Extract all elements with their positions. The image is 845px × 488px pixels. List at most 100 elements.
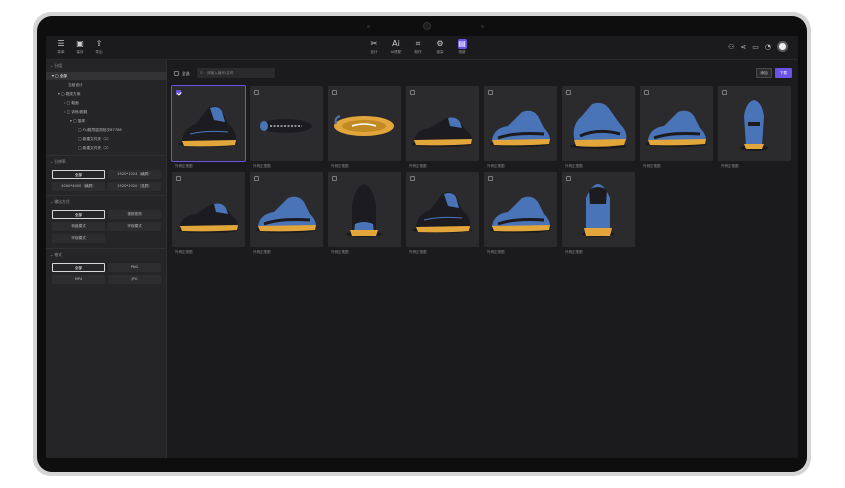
album-thumbnail-card[interactable]: 外侧正视图: [250, 172, 323, 254]
album-thumbnail-card[interactable]: 外侧正视图: [484, 172, 557, 254]
design-icon: ✂: [370, 39, 378, 48]
tree-item[interactable]: ▾ ▢ 篮球: [46, 117, 167, 125]
album-thumbnail-card[interactable]: 外侧正视图: [484, 86, 557, 168]
tab-album-label: 相册: [458, 50, 466, 54]
thumbnail-caption: 外侧正视图: [253, 250, 271, 254]
tree-item[interactable]: ▢ 新建文件夹（1）: [46, 135, 167, 143]
tab-ai-match[interactable]: Ai AI搭配: [387, 39, 405, 55]
thumbnail-caption: 外侧正视图: [721, 164, 739, 168]
thumbnail-caption: 外侧正视图: [487, 164, 505, 168]
export-button[interactable]: ⇪ 导出: [90, 39, 108, 55]
thumbnail-caption: 外侧正视图: [409, 250, 427, 254]
search-icon: ⌕: [200, 70, 203, 76]
mode-chip[interactable]: 转盘模式: [52, 222, 105, 231]
shoe-render-image: [570, 102, 627, 149]
make-icon: ⌗: [415, 39, 421, 48]
tab-make[interactable]: ⌗ 制作: [409, 39, 427, 55]
tab-make-label: 制作: [414, 50, 422, 54]
export-icon: ⇪: [95, 39, 103, 48]
format-chip[interactable]: 全部: [52, 263, 105, 272]
thumbnail-caption: 外侧正视图: [175, 164, 193, 168]
tab-render[interactable]: ⚙ 渲染: [431, 39, 449, 55]
resolution-chip[interactable]: 全部: [52, 170, 105, 179]
download-button[interactable]: 下载: [775, 68, 792, 78]
album-thumbnail-card[interactable]: 外侧正视图: [718, 86, 791, 168]
top-right-actions: ⚇ ⋖ ▭ ◔: [728, 41, 788, 52]
mode-chip[interactable]: 视频视角: [108, 210, 161, 219]
album-main: 全选 ⌕ 请输入编号/名称 添加 下载 外侧正视图 外侧正视图 外侧正视图 外侧…: [167, 60, 798, 458]
tab-design-label: 设计: [370, 50, 378, 54]
tab-design[interactable]: ✂ 设计: [365, 39, 383, 55]
select-all-checkbox[interactable]: [174, 71, 179, 76]
tree-item-all[interactable]: ▾ ▢ 全部: [46, 72, 167, 80]
save-label: 保存: [76, 50, 84, 54]
format-chip[interactable]: JPG: [108, 275, 161, 284]
resolution-chip[interactable]: 1920*1920（竖屏）: [108, 182, 161, 191]
shoe-render-image: [178, 106, 238, 147]
user-add-icon[interactable]: ⚇: [728, 42, 734, 52]
add-button[interactable]: 添加: [756, 68, 772, 78]
tablet-device: ☰ 菜单 ▣ 保存 ⇪ 导出 ✂ 设计 Ai AI搭配 ⌗ 制作 ⚙ 渲染 ▤ …: [33, 12, 811, 476]
menu-button[interactable]: ☰ 菜单: [52, 39, 70, 55]
shoe-render-image: [346, 184, 382, 237]
format-chip[interactable]: MP4: [52, 275, 105, 284]
share-icon[interactable]: ⋖: [740, 42, 746, 52]
save-button[interactable]: ▣ 保存: [71, 39, 89, 55]
album-thumbnail-card[interactable]: 外侧正视图: [171, 85, 246, 168]
shoe-render-image: [490, 110, 550, 147]
tab-album[interactable]: ▤ 相册: [453, 39, 471, 55]
shoe-render-image: [256, 117, 316, 135]
divider: [46, 248, 167, 249]
thumbnail-caption: 外侧正视图: [643, 164, 661, 168]
render-icon: ⚙: [436, 39, 444, 48]
divider: [46, 155, 167, 156]
tree-item[interactable]: › ▢ 训练/跑鞋: [46, 108, 167, 116]
thumbnail-caption: 外侧正视图: [331, 164, 349, 168]
album-thumbnail-card[interactable]: 外侧正视图: [328, 172, 401, 254]
mode-chip[interactable]: 环绕模式: [52, 234, 105, 243]
thumbnail-caption: 外侧正视图: [487, 250, 505, 254]
search-placeholder: 请输入编号/名称: [207, 71, 234, 75]
tablet-bezel: ☰ 菜单 ▣ 保存 ⇪ 导出 ✂ 设计 Ai AI搭配 ⌗ 制作 ⚙ 渲染 ▤ …: [37, 16, 807, 472]
front-camera: [423, 22, 431, 30]
filter-sidebar: ⌄ 分组 ▾ ▢ 全部 当前设计 ▾ ▢ 鞋类方案 › ▢ 鞋面 › ▢ 训练/…: [46, 60, 167, 458]
search-input[interactable]: ⌕ 请输入编号/名称: [197, 68, 275, 78]
tree-item[interactable]: ▢ 新建文件夹（2）: [46, 144, 167, 152]
resolution-chip[interactable]: 4000*4000（横屏）: [52, 182, 105, 191]
tab-ai-label: AI搭配: [390, 50, 402, 54]
avatar[interactable]: [777, 41, 788, 52]
shoe-render-image: [582, 184, 614, 237]
export-label: 导出: [95, 50, 103, 54]
shoe-render-image: [646, 110, 706, 147]
format-section-header[interactable]: ⌄ 格式: [50, 252, 62, 258]
tree-item[interactable]: ▢ FLJ鞋导篮测批次87786: [46, 126, 167, 134]
mode-chip[interactable]: 环绕模式: [108, 222, 161, 231]
app-screen: ☰ 菜单 ▣ 保存 ⇪ 导出 ✂ 设计 Ai AI搭配 ⌗ 制作 ⚙ 渲染 ▤ …: [46, 36, 798, 458]
shoe-render-image: [256, 196, 316, 233]
shoe-render-image: [334, 115, 394, 136]
thumbnail-caption: 外侧正视图: [253, 164, 271, 168]
mode-section-header[interactable]: ⌄ 输出方式: [50, 199, 70, 205]
tree-item[interactable]: ▾ ▢ 鞋类方案: [46, 90, 167, 98]
album-thumbnail-card[interactable]: 外侧正视图: [640, 86, 713, 168]
tree-item[interactable]: › ▢ 鞋面: [46, 99, 167, 107]
sensor-dot: [367, 25, 370, 28]
bell-icon[interactable]: ◔: [765, 42, 771, 52]
album-thumbnail-card[interactable]: 外侧正视图: [562, 172, 635, 254]
group-section-header[interactable]: ⌄ 分组: [50, 63, 62, 69]
album-thumbnail-card[interactable]: 外侧正视图: [172, 172, 245, 254]
album-thumbnail-card[interactable]: 外侧正视图: [250, 86, 323, 168]
folder-icon[interactable]: ▭: [752, 42, 759, 52]
shoe-render-image: [412, 192, 472, 233]
format-chip[interactable]: PNG: [108, 263, 161, 272]
mode-chip[interactable]: 全部: [52, 210, 105, 219]
album-thumbnail-card[interactable]: 外侧正视图: [328, 86, 401, 168]
tree-item[interactable]: 当前设计: [46, 81, 167, 89]
shoe-render-image: [412, 117, 472, 147]
resolution-section-header[interactable]: ⌄ 分辨率: [50, 159, 66, 165]
album-thumbnail-card[interactable]: 外侧正视图: [562, 86, 635, 168]
album-thumbnail-card[interactable]: 外侧正视图: [406, 172, 479, 254]
resolution-chip[interactable]: 1920*1024（横屏）: [108, 170, 161, 179]
thumbnail-caption: 外侧正视图: [175, 250, 193, 254]
album-thumbnail-card[interactable]: 外侧正视图: [406, 86, 479, 168]
